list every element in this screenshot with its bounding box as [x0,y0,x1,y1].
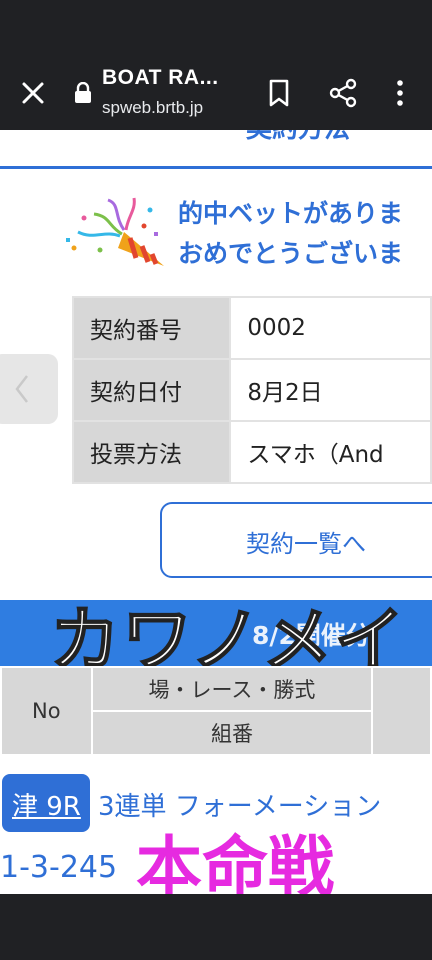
contract-date-value: 8月2日 [229,358,432,422]
congrats-line-2: おめでとうございま [178,239,404,268]
vote-method-value: スマホ（And [229,420,432,484]
more-options-icon[interactable] [390,78,410,108]
vote-method-label: 投票方法 [71,420,232,484]
column-header-extra [371,666,432,756]
close-icon[interactable] [18,78,48,108]
contract-number-value: 0002 [229,296,432,360]
navigation-bar [0,894,432,960]
page-content: 契約方法 的中ベットがありま おめでとうございま 契約番号 0002 契約日付 … [0,130,432,894]
congrats-line-1: 的中ベットがありま [178,199,404,228]
table-row: 投票方法 スマホ（And [71,420,432,484]
contract-list-button-label: 契約一覧へ [246,530,366,558]
lock-icon [75,82,91,103]
contract-date-label: 契約日付 [71,358,232,422]
page-url[interactable]: spweb.brtb.jp [102,98,203,118]
race-link[interactable]: 津 9R [2,774,90,832]
table-row: 契約日付 8月2日 [71,358,432,422]
chevron-left-icon [15,375,28,403]
race-link-label: 津 9R [12,792,81,822]
browser-toolbar: BOAT RA... spweb.brtb.jp [0,58,432,130]
column-header-combination: 組番 [90,710,374,756]
section-title: 契約方法 [246,130,350,145]
share-icon[interactable] [328,78,358,108]
section-divider [0,166,432,169]
status-bar [0,0,432,58]
table-row: 契約番号 0002 [71,296,432,360]
bet-table-header: No 場・レース・勝式 組番 [0,666,432,756]
previous-button[interactable] [0,354,58,424]
page-title: BOAT RA... [102,66,219,89]
contract-info-table: 契約番号 0002 契約日付 8月2日 投票方法 スマホ（And [71,296,432,484]
congratulations-message: 的中ベットがありま おめでとうございま [178,194,403,274]
contract-list-button[interactable]: 契約一覧へ [160,502,432,578]
party-popper-icon [66,197,164,266]
bookmark-icon[interactable] [266,78,292,108]
overlay-honmei-text: 本命戦 [136,829,334,894]
column-header-venue-race-type: 場・レース・勝式 [90,666,374,712]
bet-combination: 1-3-245 [0,850,118,885]
contract-number-label: 契約番号 [71,296,232,360]
column-header-no: No [0,666,93,756]
